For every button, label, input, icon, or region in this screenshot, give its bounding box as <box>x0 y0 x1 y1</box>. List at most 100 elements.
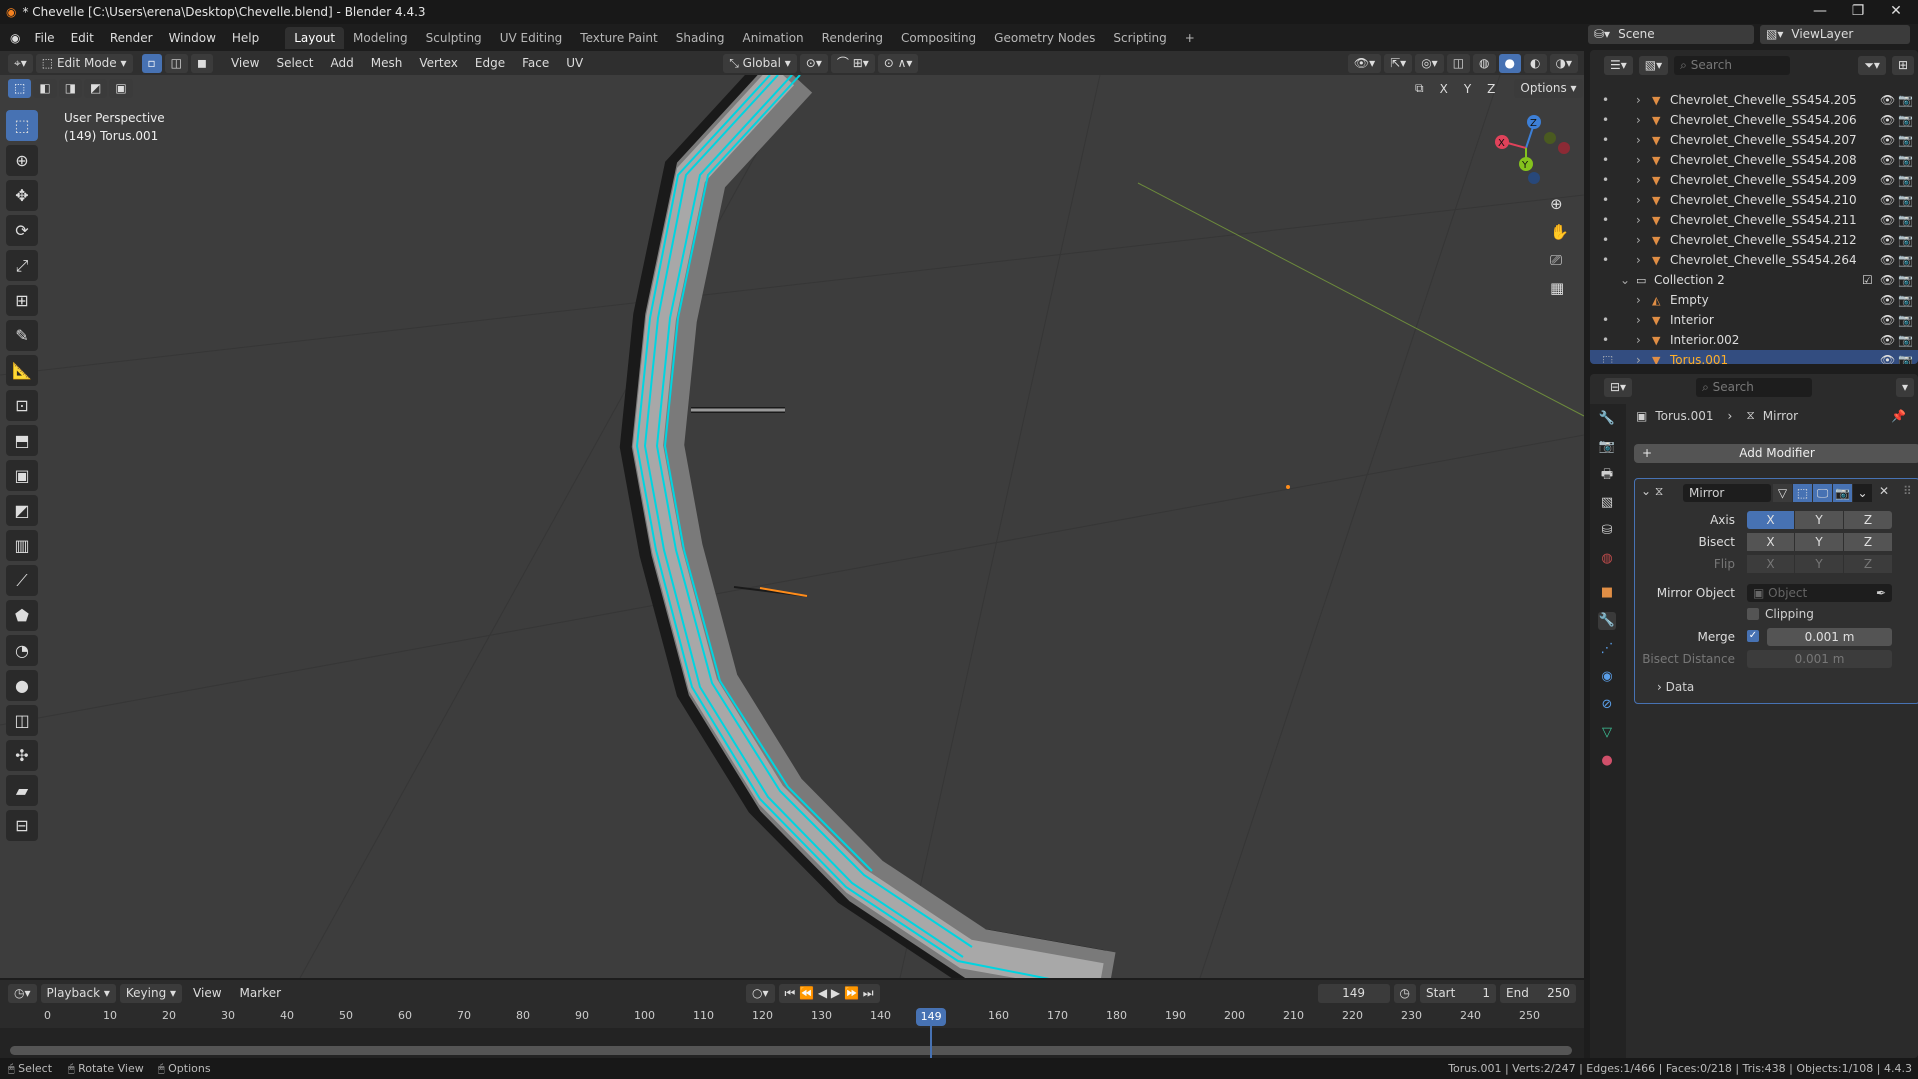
bisect-y-toggle[interactable]: Y <box>1795 533 1843 551</box>
remove-modifier-icon[interactable]: ✕ <box>1879 484 1889 498</box>
eye-icon[interactable]: 👁 <box>1880 93 1895 107</box>
shading-material[interactable]: ◐ <box>1524 53 1547 73</box>
eye-icon[interactable]: 👁 <box>1880 353 1895 364</box>
filter-view-icon[interactable]: ▧▾ <box>1638 55 1669 75</box>
close-button[interactable]: ✕ <box>1876 0 1916 24</box>
properties-editor-type[interactable]: ⊟▾ <box>1604 378 1633 397</box>
tool-select-box[interactable]: ⬚ <box>6 110 38 141</box>
tool-shrink-fatten[interactable]: ✣ <box>6 740 38 771</box>
eye-icon[interactable]: 👁 <box>1880 153 1895 167</box>
mirror-object-field[interactable]: ▣ Object ✒ <box>1747 584 1892 602</box>
timeline-editor-type[interactable]: ◷▾ <box>8 983 37 1003</box>
axis-x-toggle[interactable]: X <box>1747 511 1794 529</box>
display-mode-icon[interactable]: ☰▾ <box>1604 55 1633 75</box>
eye-icon[interactable]: 👁 <box>1880 273 1895 287</box>
bisect-distance-field[interactable]: 0.001 m <box>1747 650 1892 668</box>
tool-tab-icon[interactable]: 🔧 <box>1598 410 1616 428</box>
render-camera-icon[interactable]: 📷 <box>1898 233 1913 247</box>
tool-move[interactable]: ✥ <box>6 180 38 211</box>
outliner-row[interactable]: • › ▼ Chevrolet_Chevelle_SS454.211 👁 📷 <box>1590 210 1918 230</box>
tool-rotate[interactable]: ⟳ <box>6 215 38 246</box>
bisect-x-toggle[interactable]: X <box>1747 533 1794 551</box>
bisect-z-toggle[interactable]: Z <box>1844 533 1892 551</box>
menu-render[interactable]: Render <box>102 27 161 49</box>
editor-type-button[interactable]: ⌖▾ <box>8 53 33 73</box>
tool-smooth[interactable]: ● <box>6 670 38 701</box>
expand-arrow-icon[interactable]: › <box>1636 193 1641 207</box>
properties-options[interactable]: ▾ <box>1895 378 1914 397</box>
expand-arrow-icon[interactable]: › <box>1636 333 1641 347</box>
collapse-chevron-icon[interactable]: ⌄ ⧖ <box>1641 484 1663 499</box>
particles-tab-icon[interactable]: ⋰ <box>1598 640 1616 658</box>
render-camera-icon[interactable]: 📷 <box>1898 173 1913 187</box>
mirror-y[interactable]: Y <box>1457 82 1478 96</box>
tool-poly-build[interactable]: ⬟ <box>6 600 38 631</box>
xray-toggle[interactable]: ◫ <box>1446 53 1471 73</box>
tab-sculpting[interactable]: Sculpting <box>417 27 491 49</box>
expand-arrow-icon[interactable]: › <box>1636 253 1641 267</box>
tab-compositing[interactable]: Compositing <box>892 27 985 49</box>
expand-arrow-icon[interactable]: › <box>1636 113 1641 127</box>
edge-select-button[interactable]: ◫ <box>164 53 189 73</box>
outliner-row[interactable]: • › ▼ Interior.002 👁 📷 <box>1590 330 1918 350</box>
tool-add-cube[interactable]: ⊡ <box>6 390 38 421</box>
expand-arrow-icon[interactable]: › <box>1636 313 1641 327</box>
expand-arrow-icon[interactable]: ⌄ <box>1620 273 1630 287</box>
outliner-search-input[interactable]: ⌕ Search <box>1674 55 1791 75</box>
tool-transform[interactable]: ⊞ <box>6 285 38 316</box>
properties-search-input[interactable]: ⌕ Search <box>1696 378 1813 397</box>
render-toggle-icon[interactable]: 📷 <box>1833 484 1852 502</box>
menu-add[interactable]: Add <box>324 56 361 70</box>
playback-menu[interactable]: Playback ▾ <box>40 983 116 1003</box>
proportional-edit-toggle[interactable]: ⊙ ∧▾ <box>877 53 919 73</box>
outliner-row[interactable]: • › ▼ Chevrolet_Chevelle_SS454.205 👁 📷 <box>1590 90 1918 110</box>
render-camera-icon[interactable]: 📷 <box>1898 313 1913 327</box>
tab-animation[interactable]: Animation <box>733 27 812 49</box>
edit-mode-toggle-icon[interactable]: ▽ <box>1773 484 1792 502</box>
flip-x-toggle[interactable]: X <box>1747 555 1794 573</box>
menu-file[interactable]: File <box>26 27 62 49</box>
pivot-selector[interactable]: ⊙▾ <box>799 53 828 73</box>
visibility-selector[interactable]: 👁▾ <box>1347 53 1382 73</box>
expand-arrow-icon[interactable]: › <box>1636 233 1641 247</box>
menu-edit[interactable]: Edit <box>63 27 102 49</box>
new-collection-icon[interactable]: ⊞ <box>1891 55 1914 75</box>
snap-toggle[interactable]: ⌒ ⊞▾ <box>830 53 875 73</box>
expand-arrow-icon[interactable]: › <box>1636 153 1641 167</box>
modifier-tab-icon[interactable]: 🔧 <box>1598 612 1616 630</box>
view-layer-selector[interactable]: ▧▾ ViewLayer <box>1760 25 1910 44</box>
eye-icon[interactable]: 👁 <box>1880 293 1895 307</box>
tab-rendering[interactable]: Rendering <box>813 27 892 49</box>
pan-hand-icon[interactable]: ✋ <box>1550 223 1569 241</box>
merge-checkbox[interactable]: ✓ <box>1747 630 1759 642</box>
tab-geometry-nodes[interactable]: Geometry Nodes <box>985 27 1104 49</box>
tool-bevel[interactable]: ◩ <box>6 495 38 526</box>
tool-scale[interactable]: ⤢ <box>6 250 38 281</box>
auto-keying-toggle[interactable]: ○▾ <box>746 983 775 1003</box>
render-camera-icon[interactable]: 📷 <box>1898 293 1913 307</box>
expand-arrow-icon[interactable]: › <box>1636 133 1641 147</box>
viewport-toggle-icon[interactable]: 🖵 <box>1813 484 1832 502</box>
clipping-checkbox[interactable] <box>1747 608 1759 620</box>
render-camera-icon[interactable]: 📷 <box>1898 333 1913 347</box>
eye-icon[interactable]: 👁 <box>1880 233 1895 247</box>
3d-viewport[interactable]: User Perspective (149) Torus.001 ⬚ ◧ ◨ ◩ ▣ ⧉… <box>0 75 1584 978</box>
tool-inset[interactable]: ▣ <box>6 460 38 491</box>
outliner-row[interactable]: ⬚ › ▼ Torus.001 👁 📷 <box>1590 350 1918 364</box>
menu-mesh[interactable]: Mesh <box>364 56 410 70</box>
select-new-icon[interactable]: ⬚ <box>8 79 32 98</box>
tool-cursor[interactable]: ⊕ <box>6 145 38 176</box>
eye-icon[interactable]: 👁 <box>1880 133 1895 147</box>
render-camera-icon[interactable]: 📷 <box>1898 153 1913 167</box>
eye-icon[interactable]: 👁 <box>1880 113 1895 127</box>
render-camera-icon[interactable]: 📷 <box>1898 213 1913 227</box>
eye-icon[interactable]: 👁 <box>1880 333 1895 347</box>
render-camera-icon[interactable]: 📷 <box>1898 193 1913 207</box>
menu-select[interactable]: Select <box>269 56 320 70</box>
expand-arrow-icon[interactable]: › <box>1636 93 1641 107</box>
start-frame-field[interactable]: Start 1 <box>1420 983 1496 1003</box>
tool-loop-cut[interactable]: ▥ <box>6 530 38 561</box>
menu-vertex[interactable]: Vertex <box>412 56 465 70</box>
mode-selector[interactable]: ⬚ Edit Mode ▾ <box>35 53 133 73</box>
tab-scripting[interactable]: Scripting <box>1104 27 1175 49</box>
